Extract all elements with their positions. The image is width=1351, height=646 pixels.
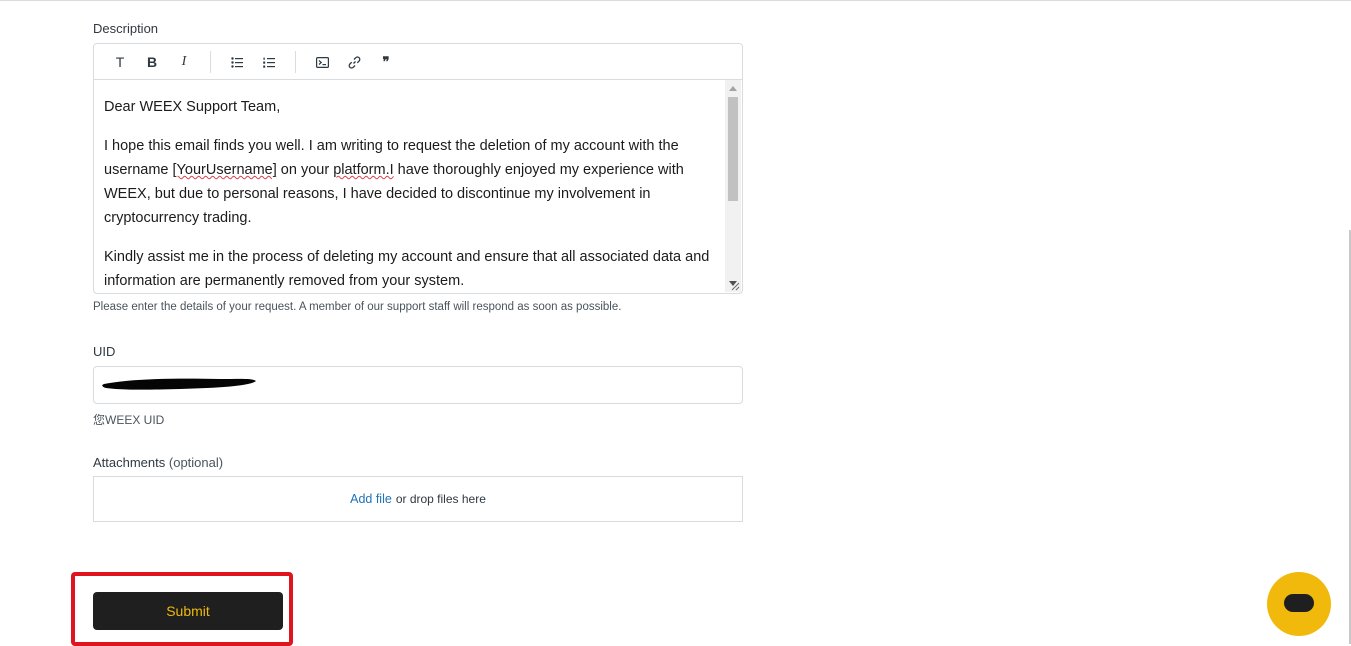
numbered-list-button[interactable]: [258, 52, 280, 72]
add-file-link[interactable]: Add file: [350, 492, 392, 506]
scrollbar-thumb[interactable]: [728, 97, 738, 201]
redaction-scribble: [102, 378, 256, 390]
misspelled-word: [YourUsername]: [172, 162, 277, 178]
scroll-up-arrow-icon[interactable]: [729, 86, 737, 91]
text-format-button[interactable]: T: [109, 52, 131, 72]
editor-scrollbar[interactable]: [725, 80, 741, 292]
attachments-label-text: Attachments: [93, 455, 166, 470]
link-button[interactable]: [343, 52, 365, 72]
toolbar-divider: [210, 51, 211, 73]
editor-toolbar: T B I ❞: [94, 44, 742, 80]
bold-button[interactable]: B: [141, 52, 163, 72]
italic-button[interactable]: I: [173, 52, 195, 72]
attachment-dropzone[interactable]: Add file or drop files here: [93, 476, 743, 522]
description-label: Description: [93, 21, 159, 36]
uid-hint: 您WEEX UID: [93, 413, 165, 427]
misspelled-word: platform.I: [333, 162, 394, 178]
top-divider: [0, 0, 1351, 1]
quote-button[interactable]: ❞: [375, 52, 397, 72]
uid-input[interactable]: [93, 366, 743, 404]
bulleted-list-icon: [231, 56, 243, 68]
uid-label: UID: [93, 344, 116, 359]
resize-handle-icon[interactable]: [731, 282, 740, 291]
description-paragraph: Kindly assist me in the process of delet…: [104, 249, 710, 289]
description-paragraph: I hope this email finds you well. I am w…: [94, 134, 724, 230]
bulleted-list-button[interactable]: [226, 52, 248, 72]
paragraph-text: on your: [276, 162, 334, 178]
numbered-list-icon: [263, 57, 275, 68]
link-icon: [348, 55, 360, 69]
attachments-label: Attachments (optional): [93, 455, 223, 470]
optional-tag: (optional): [168, 455, 224, 470]
chat-widget-button[interactable]: [1267, 572, 1331, 636]
description-paragraph: Dear WEEX Support Team,: [104, 99, 281, 115]
description-hint: Please enter the details of your request…: [93, 301, 622, 313]
submit-button[interactable]: Submit: [93, 592, 283, 630]
drop-files-text: or drop files here: [395, 492, 486, 506]
description-text-area[interactable]: Dear WEEX Support Team, I hope this emai…: [94, 80, 724, 292]
chat-bubble-icon: [1284, 594, 1314, 612]
code-block-button[interactable]: [311, 52, 333, 72]
code-block-icon: [315, 56, 329, 68]
toolbar-divider: [295, 51, 296, 73]
description-editor[interactable]: T B I ❞ Dear WEEX Support Team, I hope t…: [93, 43, 743, 294]
